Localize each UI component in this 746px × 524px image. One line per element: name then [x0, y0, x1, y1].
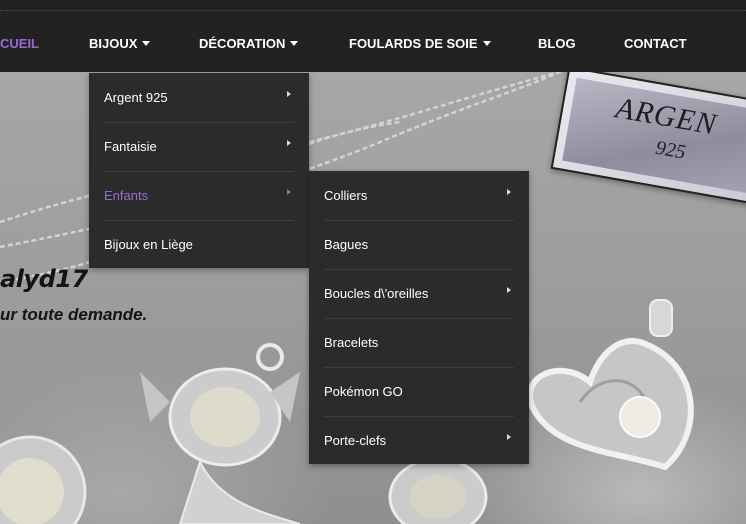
caret-right-icon	[287, 140, 291, 146]
menu-item-label: Fantaisie	[104, 139, 157, 154]
ball-pendant	[0, 435, 87, 524]
submenu-item-porte-clefs[interactable]: Porte-clefs	[309, 416, 529, 465]
caret-down-icon	[290, 41, 299, 46]
navbar-dotted-divider	[0, 10, 746, 11]
caret-right-icon	[507, 287, 511, 293]
submenu-item-pokemon-go[interactable]: Pokémon GO	[309, 367, 529, 416]
nav-contact[interactable]: CONTACT	[624, 36, 687, 52]
nav-contact-label: CONTACT	[624, 36, 687, 51]
submenu-item-label: Porte-clefs	[324, 433, 387, 448]
submenu-item-bracelets[interactable]: Bracelets	[309, 318, 529, 367]
menu-item-argent-925[interactable]: Argent 925	[89, 73, 309, 122]
menu-item-fantaisie[interactable]: Fantaisie	[89, 122, 309, 171]
submenu-item-bagues[interactable]: Bagues	[309, 220, 529, 269]
enfants-submenu: Colliers Bagues Boucles d\'oreilles Brac…	[309, 171, 529, 464]
caret-right-icon	[287, 189, 291, 195]
submenu-item-boucles-doreilles[interactable]: Boucles d\'oreilles	[309, 269, 529, 318]
submenu-item-label: Bagues	[324, 237, 369, 252]
nav-blog[interactable]: BLOG	[538, 36, 576, 52]
caret-right-icon	[287, 91, 291, 97]
tag-number: 925	[653, 136, 688, 164]
nav-decoration[interactable]: DÉCORATION	[199, 36, 299, 52]
nav-bijoux-label: BIJOUX	[89, 36, 138, 51]
submenu-item-label: Pokémon GO	[324, 384, 403, 399]
nav-bijoux[interactable]: BIJOUX	[89, 36, 151, 52]
bijoux-dropdown-menu: Argent 925 Fantaisie Enfants Bijoux en L…	[89, 73, 309, 268]
submenu-item-colliers[interactable]: Colliers	[309, 171, 529, 220]
nav-accueil-label: CUEIL	[0, 36, 39, 51]
nav-foulards[interactable]: FOULARDS DE SOIE	[349, 36, 491, 52]
nav-blog-label: BLOG	[538, 36, 576, 51]
menu-item-enfants[interactable]: Enfants	[89, 171, 309, 220]
caret-down-icon	[142, 41, 151, 46]
hero-subtitle: ur toute demande.	[0, 305, 148, 324]
menu-item-label: Bijoux en Liège	[104, 237, 193, 252]
submenu-item-label: Colliers	[324, 188, 368, 203]
submenu-item-label: Bracelets	[324, 335, 379, 350]
heart-pendant	[527, 299, 694, 471]
caret-right-icon	[507, 189, 511, 195]
submenu-item-label: Boucles d\'oreilles	[324, 286, 429, 301]
caret-down-icon	[482, 41, 491, 46]
hero-title: alyd17	[0, 265, 88, 293]
menu-item-bijoux-en-liege[interactable]: Bijoux en Liège	[89, 220, 309, 269]
fish-pendant	[140, 343, 301, 524]
menu-item-label: Enfants	[104, 188, 149, 203]
nav-foulards-label: FOULARDS DE SOIE	[349, 36, 478, 51]
nav-decoration-label: DÉCORATION	[199, 36, 286, 51]
caret-right-icon	[507, 434, 511, 440]
main-navbar: CUEIL BIJOUX DÉCORATION FOULARDS DE SOIE…	[0, 0, 746, 72]
small-charm	[388, 457, 488, 524]
nav-accueil[interactable]: CUEIL	[0, 36, 39, 52]
menu-item-label: Argent 925	[104, 90, 168, 105]
